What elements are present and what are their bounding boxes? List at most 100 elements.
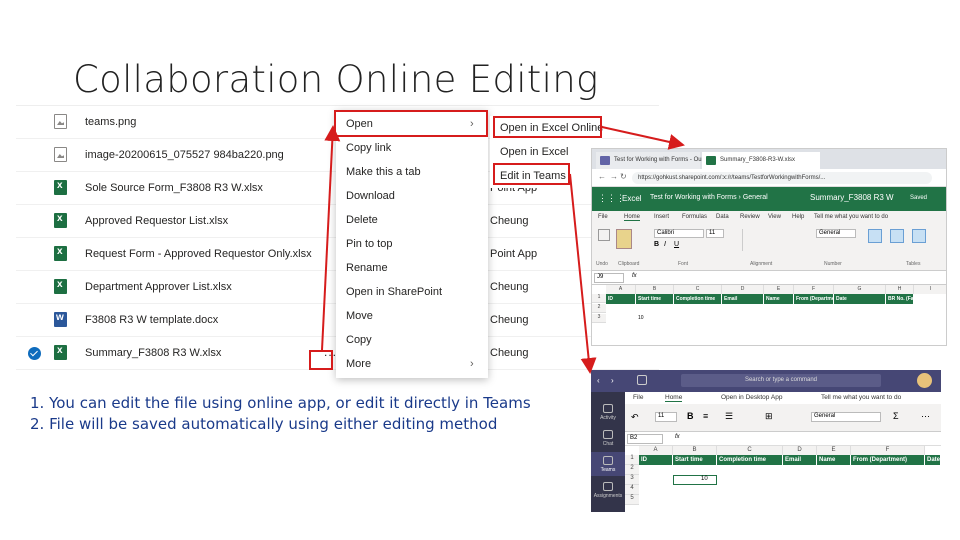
submenu-item[interactable]: Open in Excel (500, 146, 568, 158)
select-checkbox[interactable] (28, 182, 41, 195)
select-checkbox[interactable] (28, 314, 41, 327)
column-header[interactable]: A (639, 446, 673, 455)
conditional-formatting-icon[interactable] (868, 229, 882, 243)
app-launcher-icon[interactable]: ⋮⋮⋮ (598, 193, 625, 204)
font-size-select[interactable]: 11 (706, 229, 724, 238)
menu-tab[interactable]: Formulas (682, 214, 707, 220)
cell-styles-icon[interactable] (912, 229, 926, 243)
table-header-cell[interactable]: ID (639, 455, 673, 465)
font-size-select[interactable]: 11 (655, 412, 677, 422)
table-header-cell[interactable]: Date (834, 294, 886, 304)
file-name[interactable]: Department Approver List.xlsx (85, 281, 232, 293)
select-checkbox[interactable] (28, 248, 41, 261)
context-menu-item[interactable]: Rename (346, 262, 388, 274)
cell-value[interactable]: 10 (701, 476, 708, 482)
file-name[interactable]: image-20200615_075527 984ba220.png (85, 149, 284, 161)
table-header-cell[interactable]: From (Department) (851, 455, 925, 465)
context-menu-item[interactable]: Move (346, 310, 373, 322)
underline-icon[interactable]: U (674, 241, 679, 248)
column-header[interactable]: C (674, 285, 722, 294)
menu-tab[interactable]: View (768, 214, 781, 220)
column-header[interactable]: H (886, 285, 914, 294)
menu-tab[interactable]: Help (792, 214, 804, 220)
table-header-cell[interactable]: Name (764, 294, 794, 304)
name-box[interactable]: J9 (594, 273, 624, 283)
number-format-select[interactable]: General (816, 229, 856, 238)
context-menu-item[interactable]: Copy (346, 334, 372, 346)
file-name[interactable]: Approved Requestor List.xlsx (85, 215, 228, 227)
file-name[interactable]: Request Form - Approved Requestor Only.x… (85, 248, 312, 260)
table-header-cell[interactable]: Start time (673, 455, 717, 465)
column-header[interactable]: C (717, 446, 783, 455)
column-header[interactable]: E (817, 446, 851, 455)
table-header-cell[interactable]: ID (606, 294, 636, 304)
function-icon[interactable]: fx (675, 434, 680, 440)
table-header-cell[interactable]: Email (722, 294, 764, 304)
row-number[interactable]: 1 (592, 294, 606, 303)
context-menu-item[interactable]: Open in SharePoint (346, 286, 442, 298)
table-header-cell[interactable]: Email (783, 455, 817, 465)
table-header-cell[interactable]: Date (925, 455, 941, 465)
menu-tab[interactable]: Open in Desktop App (721, 394, 782, 401)
bold-icon[interactable]: B (654, 241, 659, 248)
wrap-icon[interactable]: ≡ (703, 411, 708, 421)
file-name[interactable]: teams.png (85, 116, 136, 128)
column-header[interactable]: A (606, 285, 636, 294)
column-header[interactable]: F (851, 446, 925, 455)
column-header[interactable]: B (636, 285, 674, 294)
back-icon[interactable]: ‹ (597, 376, 600, 385)
select-checkbox[interactable] (28, 347, 41, 360)
table-header-cell[interactable]: Completion time (717, 455, 783, 465)
context-menu-item[interactable]: Make this a tab (346, 166, 421, 178)
table-header-cell[interactable]: Start time (636, 294, 674, 304)
address-field[interactable]: https://gohkust.sharepoint.com/:x:/r/tea… (632, 172, 932, 184)
format-as-table-icon[interactable] (890, 229, 904, 243)
table-header-cell[interactable]: Name (817, 455, 851, 465)
select-checkbox[interactable] (28, 215, 41, 228)
name-box[interactable]: B2 (627, 434, 663, 444)
paste-icon[interactable] (616, 229, 632, 249)
menu-tab[interactable]: Home (665, 394, 683, 402)
select-checkbox[interactable] (28, 116, 41, 129)
select-checkbox[interactable] (28, 281, 41, 294)
bold-icon[interactable]: B (687, 411, 694, 421)
table-header-cell[interactable]: BR No. (Fam (886, 294, 914, 304)
nav-item-activity[interactable]: Activity (591, 400, 625, 424)
forward-icon[interactable]: → (610, 172, 618, 181)
menu-tab[interactable]: Home (624, 214, 641, 221)
row-number[interactable]: 4 (625, 485, 639, 495)
autosum-icon[interactable]: Σ (893, 411, 899, 421)
undo-icon[interactable] (598, 229, 610, 241)
column-header[interactable]: E (764, 285, 794, 294)
file-name[interactable]: Sole Source Form_F3808 R3 W.xlsx (85, 182, 263, 194)
more-options-icon[interactable]: ⋯ (921, 411, 930, 422)
browser-tab-forms[interactable]: Test for Working with Forms - Ou (596, 152, 702, 169)
context-menu-item[interactable]: Copy link (346, 142, 391, 154)
menu-tab[interactable]: Insert (654, 214, 669, 220)
menu-tab[interactable]: Tell me what you want to do (821, 394, 901, 401)
row-number[interactable]: 3 (592, 314, 606, 323)
context-menu-item[interactable]: Delete (346, 214, 378, 226)
merge-icon[interactable]: ⊞ (765, 411, 773, 422)
menu-tab[interactable]: Tell me what you want to do (814, 214, 888, 220)
row-number[interactable]: 2 (625, 465, 639, 475)
file-name[interactable]: F3808 R3 W template.docx (85, 314, 218, 326)
menu-tab[interactable]: Review (740, 214, 760, 220)
row-number[interactable]: 2 (592, 304, 606, 313)
context-menu-item[interactable]: Pin to top (346, 238, 392, 250)
teams-search-input[interactable]: Search or type a command (681, 374, 881, 387)
row-number[interactable]: 1 (625, 455, 639, 465)
breadcrumb[interactable]: Test for Working with Forms › General (650, 194, 768, 201)
column-header[interactable]: D (722, 285, 764, 294)
avatar[interactable] (917, 373, 932, 388)
file-name[interactable]: Summary_F3808 R3 W.xlsx (85, 347, 221, 359)
italic-icon[interactable]: I (664, 241, 666, 248)
context-menu-item[interactable]: Download (346, 190, 395, 202)
back-icon[interactable]: ← (598, 172, 606, 181)
table-header-cell[interactable]: Completion time (674, 294, 722, 304)
forward-icon[interactable]: › (611, 376, 614, 385)
column-header[interactable]: G (834, 285, 886, 294)
table-header-cell[interactable]: From (Department) (794, 294, 834, 304)
font-select[interactable]: Calibri (654, 229, 704, 238)
column-header[interactable]: D (783, 446, 817, 455)
